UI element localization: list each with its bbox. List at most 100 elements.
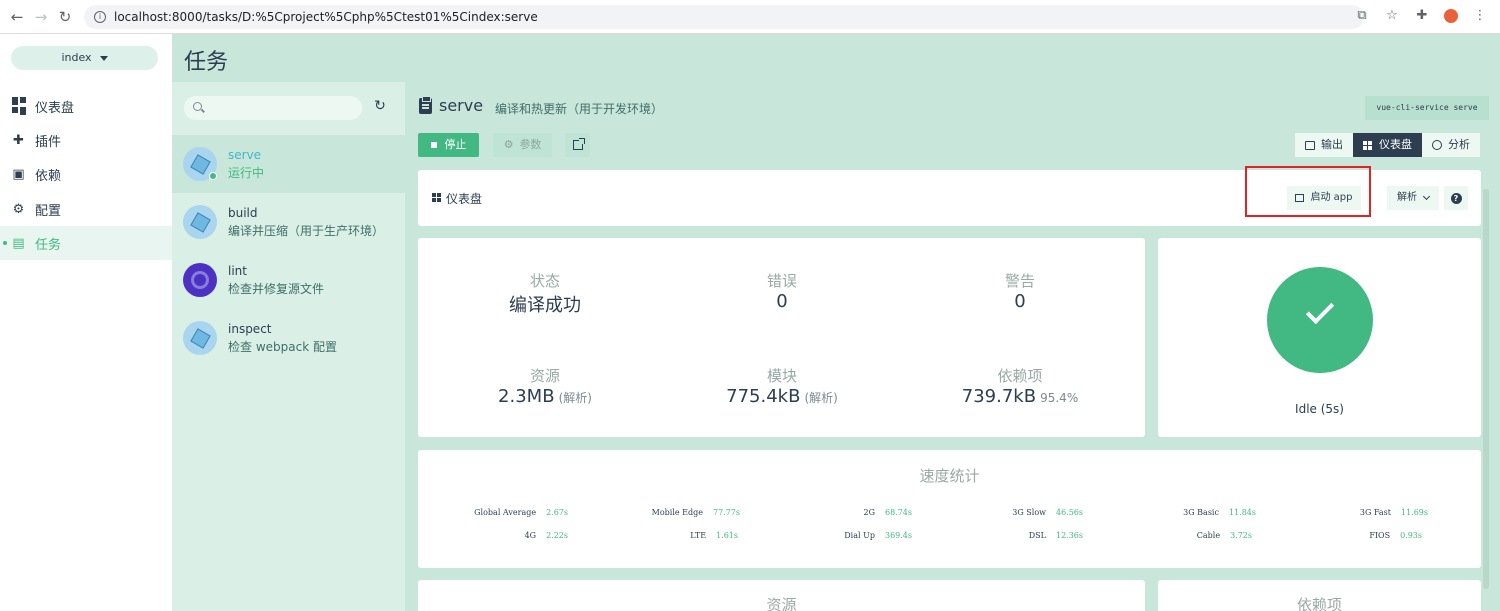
- stat-label: 依赖项: [997, 367, 1043, 385]
- project-selector[interactable]: index: [11, 46, 158, 70]
- library-icon: ▣: [12, 166, 25, 182]
- dashboard-toolbar: 仪表盘 启动 app 解析 ?: [418, 166, 1481, 226]
- stat-value: 775.4kB: [726, 386, 801, 407]
- view-tabs: 输出 仪表盘 分析: [1295, 133, 1480, 157]
- bookmark-star-icon[interactable]: ☆: [1384, 8, 1400, 24]
- extension-icon[interactable]: [1444, 9, 1458, 23]
- sidebar-item-plugins[interactable]: ✚ 插件: [0, 123, 172, 157]
- sidebar-item-label: 仪表盘: [35, 100, 75, 116]
- task-name: lint: [228, 264, 247, 278]
- stat-dependencies: 依赖项 739.7kB 95.4%: [900, 365, 1140, 407]
- browser-menu-icon[interactable]: ⋮: [1472, 8, 1488, 24]
- speed-cell: FIOS 0.93s: [1369, 531, 1422, 540]
- stat-label: 资源: [529, 367, 560, 385]
- launch-app-button[interactable]: 启动 app: [1287, 186, 1361, 210]
- task-desc: 检查 webpack 配置: [228, 340, 337, 354]
- refresh-icon[interactable]: ↻: [373, 99, 387, 113]
- dependencies-title: 依赖项: [1296, 596, 1342, 611]
- assets-title: 资源: [766, 596, 797, 611]
- tab-label: 输出: [1321, 138, 1343, 151]
- speed-cell: LTE 1.61s: [690, 531, 738, 540]
- extensions-puzzle-icon[interactable]: ✚: [1414, 8, 1430, 24]
- speed-cell: 3G Fast 11.69s: [1359, 508, 1428, 517]
- dashboard-icon: [432, 193, 441, 202]
- donut-icon: [1432, 140, 1442, 150]
- browser-toolbar: ← → ↻ i localhost:8000/tasks/D:%5Cprojec…: [0, 0, 1500, 34]
- task-search-input[interactable]: [184, 96, 362, 120]
- tab-output[interactable]: 输出: [1295, 133, 1353, 157]
- search-icon: [193, 102, 202, 111]
- puzzle-icon: ✚: [13, 132, 24, 148]
- task-item-inspect[interactable]: inspect 检查 webpack 配置: [172, 309, 405, 367]
- task-item-lint[interactable]: lint 检查并修复源文件: [172, 251, 405, 309]
- back-arrow-icon[interactable]: ←: [10, 9, 24, 24]
- speed-cell: Mobile Edge 77.77s: [651, 508, 740, 517]
- stat-sub: 95.4%: [1040, 391, 1079, 405]
- main-panel: 任务 ↻ serve 运行中 build 编译并压缩（用于生产环境） lint …: [172, 34, 1500, 611]
- tab-dashboard[interactable]: 仪表盘: [1353, 133, 1422, 157]
- params-button[interactable]: ⚙ 参数: [493, 133, 552, 157]
- stop-label: 停止: [444, 138, 467, 151]
- tab-analyzer[interactable]: 分析: [1422, 133, 1480, 157]
- help-icon: ?: [1450, 192, 1462, 204]
- sidebar-item-label: 任务: [35, 237, 62, 253]
- stop-button[interactable]: 停止: [418, 133, 479, 157]
- task-list: ↻ serve 运行中 build 编译并压缩（用于生产环境） lint 检查并…: [172, 82, 405, 611]
- dashboard-title: 仪表盘: [446, 192, 483, 206]
- stat-value: 0: [1014, 291, 1026, 312]
- sidebar-item-tasks[interactable]: ▤ 任务: [0, 226, 172, 260]
- task-desc: 编译并压缩（用于生产环境）: [228, 224, 385, 238]
- stat-label: 警告: [1004, 272, 1035, 290]
- sidebar-item-config[interactable]: ⚙ 配置: [0, 192, 172, 226]
- speed-cell: DSL 12.36s: [1028, 531, 1083, 540]
- speed-stats-card: 速度统计 Global Average 2.67s Mobile Edge 77.7…: [418, 450, 1481, 568]
- stat-modules: 模块 775.4kB (解析): [662, 365, 902, 407]
- webpack-icon: [183, 205, 217, 239]
- sidebar-item-dependencies[interactable]: ▣ 依赖: [0, 157, 172, 191]
- eslint-icon: [183, 263, 217, 297]
- speed-cell: Dial Up 369.4s: [844, 531, 912, 540]
- sidebar-item-dashboard[interactable]: 仪表盘: [0, 89, 172, 123]
- caret-down-icon: [99, 55, 108, 61]
- stat-assets: 资源 2.3MB (解析): [425, 365, 665, 407]
- open-external-button[interactable]: [565, 133, 590, 157]
- sidebar: index 仪表盘 ✚ 插件 ▣ 依赖 ⚙ 配置 ▤ 任务: [0, 34, 172, 611]
- project-name: index: [61, 51, 92, 64]
- build-status-card: Idle (5s): [1158, 238, 1481, 437]
- sidebar-item-label: 配置: [35, 203, 62, 219]
- stat-errors: 错误 0: [662, 270, 902, 312]
- running-status-dot: [209, 172, 217, 180]
- task-item-serve[interactable]: serve 运行中: [172, 135, 405, 193]
- translate-icon[interactable]: ⧉: [1354, 8, 1370, 24]
- analyze-dropdown[interactable]: 解析: [1387, 186, 1439, 210]
- task-name: build: [228, 206, 258, 220]
- stat-sub[interactable]: (解析): [559, 391, 592, 405]
- stat-sub[interactable]: (解析): [804, 391, 837, 405]
- task-description: 编译和热更新（用于开发环境）: [495, 102, 664, 116]
- dependencies-card: 依赖项: [1158, 580, 1481, 611]
- check-icon: [1305, 295, 1335, 325]
- stat-value: 编译成功: [509, 295, 581, 316]
- task-item-build[interactable]: build 编译并压缩（用于生产环境）: [172, 193, 405, 251]
- forward-arrow-icon[interactable]: →: [34, 9, 48, 24]
- stat-label: 模块: [766, 367, 797, 385]
- status-success-circle: [1267, 267, 1373, 373]
- task-detail: serve 编译和热更新（用于开发环境） vue-cli-service ser…: [405, 82, 1500, 611]
- site-info-icon[interactable]: i: [94, 11, 106, 23]
- task-title: serve: [439, 96, 484, 115]
- reload-icon[interactable]: ↻: [58, 9, 72, 24]
- speed-cell: 3G Basic 11.84s: [1183, 508, 1256, 517]
- help-button[interactable]: ?: [1444, 186, 1468, 210]
- scrollbar[interactable]: [1483, 189, 1489, 589]
- gear-icon: ⚙: [503, 138, 514, 151]
- sidebar-item-label: 插件: [35, 134, 62, 150]
- dashboard-icon: [11, 97, 26, 115]
- address-bar[interactable]: i localhost:8000/tasks/D:%5Cproject%5Cph…: [84, 5, 1364, 29]
- stat-value: 0: [776, 291, 788, 312]
- open-in-new-icon: [572, 138, 585, 150]
- active-indicator: [3, 241, 7, 245]
- terminal-icon: [1305, 140, 1315, 150]
- speed-cell: 2G 68.74s: [863, 508, 913, 517]
- task-name: inspect: [228, 322, 272, 336]
- assets-card: 资源: [418, 580, 1145, 611]
